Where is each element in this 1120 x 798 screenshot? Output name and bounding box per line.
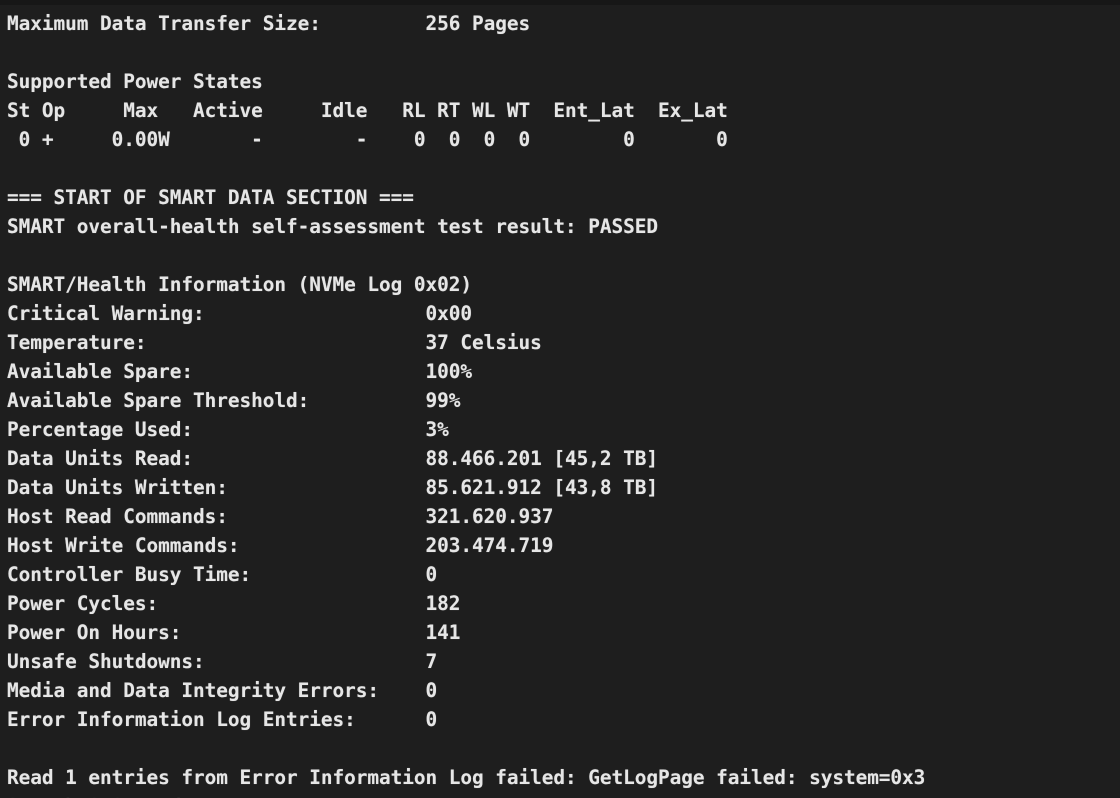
terminal-line-health-information-header: SMART/Health Information (NVMe Log 0x02) bbox=[7, 273, 472, 296]
terminal-screen[interactable]: Maximum Data Transfer Size: 256 Pages Su… bbox=[0, 5, 1120, 798]
terminal-line-max-transfer-size: Maximum Data Transfer Size: 256 Pages bbox=[7, 12, 531, 35]
terminal-line-error-message-part-1: Read 1 entries from Error Information Lo… bbox=[7, 766, 926, 789]
terminal-line-host-write-commands: Host Write Commands: 203.474.719 bbox=[7, 534, 554, 557]
terminal-line-power-cycles: Power Cycles: 182 bbox=[7, 592, 461, 615]
terminal-line-controller-busy-time: Controller Busy Time: 0 bbox=[7, 563, 438, 586]
terminal-line-power-state-row-0: 0 + 0.00W - - 0 0 0 0 0 0 bbox=[7, 128, 728, 151]
terminal-line-percentage-used: Percentage Used: 3% bbox=[7, 418, 449, 441]
terminal-line-smart-section-header: === START OF SMART DATA SECTION === bbox=[7, 186, 414, 209]
terminal-line-data-units-written: Data Units Written: 85.621.912 [43,8 TB] bbox=[7, 476, 658, 499]
terminal-line-power-states-header: St Op Max Active Idle RL RT WL WT Ent_La… bbox=[7, 99, 728, 122]
terminal-line-unsafe-shutdowns: Unsafe Shutdowns: 7 bbox=[7, 650, 438, 673]
terminal-line-power-states-heading: Supported Power States bbox=[7, 70, 263, 93]
terminal-line-host-read-commands: Host Read Commands: 321.620.937 bbox=[7, 505, 554, 528]
terminal-line-power-on-hours: Power On Hours: 141 bbox=[7, 621, 461, 644]
terminal-line-media-data-integrity-errors: Media and Data Integrity Errors: 0 bbox=[7, 679, 438, 702]
terminal-line-critical-warning: Critical Warning: 0x00 bbox=[7, 302, 472, 325]
terminal-line-available-spare: Available Spare: 100% bbox=[7, 360, 472, 383]
terminal-line-available-spare-threshold: Available Spare Threshold: 99% bbox=[7, 389, 461, 412]
terminal-line-overall-health-result: SMART overall-health self-assessment tes… bbox=[7, 215, 658, 238]
terminal-line-error-message-part-2: 8, sub=0x0, code=745 bbox=[7, 792, 1120, 798]
terminal-window[interactable]: Maximum Data Transfer Size: 256 Pages Su… bbox=[0, 0, 1120, 798]
terminal-line-temperature: Temperature: 37 Celsius bbox=[7, 331, 542, 354]
terminal-line-error-information-log-entries: Error Information Log Entries: 0 bbox=[7, 708, 438, 731]
terminal-line-data-units-read: Data Units Read: 88.466.201 [45,2 TB] bbox=[7, 447, 658, 470]
